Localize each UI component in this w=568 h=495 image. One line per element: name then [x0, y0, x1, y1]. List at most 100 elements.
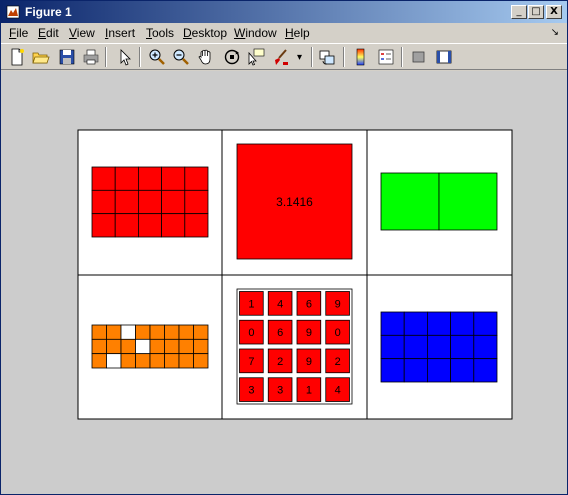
toolbar-separator: [105, 47, 107, 67]
link-plot-icon[interactable]: [317, 47, 337, 67]
magic-grid-value: 2: [335, 356, 341, 368]
red-grid-cell: [161, 166, 186, 191]
blue-grid-cell: [426, 358, 451, 383]
menu-file[interactable]: File: [9, 26, 28, 40]
hide-plot-tools-icon[interactable]: [409, 47, 429, 67]
red-grid-cell: [161, 189, 186, 215]
dock-arrow-icon[interactable]: ↘: [551, 27, 559, 38]
toolbar-separator: [139, 47, 141, 67]
magic-grid-value: 4: [335, 385, 341, 397]
orange-grid-cell: [120, 338, 136, 355]
blue-grid-cell: [426, 334, 451, 360]
red-grid-cell: [114, 166, 139, 191]
orange-grid-cell: [149, 324, 165, 340]
window-title: Figure 1: [25, 5, 72, 19]
magic-grid-value: 1: [306, 385, 312, 397]
blue-grid-cell: [473, 358, 498, 383]
orange-grid-cell: [106, 338, 122, 355]
red-grid-cell: [161, 213, 186, 238]
figure-window: Figure 1 _ □ X File Edit View Insert Too…: [0, 0, 568, 495]
orange-grid-cell: [135, 324, 151, 340]
orange-grid-cell: [193, 338, 209, 355]
blue-grid-cell: [403, 334, 428, 360]
open-file-icon[interactable]: [31, 47, 51, 67]
red-grid-cell: [91, 189, 116, 215]
magic-grid-value: 7: [248, 356, 254, 368]
toolbar-separator: [311, 47, 313, 67]
magic-grid-value: 1: [248, 298, 254, 310]
toolbar-separator: [401, 47, 403, 67]
show-plot-tools-icon[interactable]: [434, 47, 454, 67]
orange-grid-cell: [91, 324, 107, 340]
new-figure-icon[interactable]: [7, 47, 27, 67]
menu-bar: File Edit View Insert Tools Desktop Wind…: [1, 23, 567, 42]
print-icon[interactable]: [81, 47, 101, 67]
orange-grid-cell: [178, 324, 194, 340]
close-button[interactable]: X: [546, 5, 562, 19]
magic-grid-value: 4: [277, 298, 283, 310]
red-grid-cell: [91, 166, 116, 191]
scalar-value-label: 3.1416: [276, 195, 313, 209]
pan-hand-icon[interactable]: [196, 47, 216, 67]
menu-help[interactable]: Help: [285, 26, 310, 40]
orange-grid-cell: [106, 353, 122, 369]
rotate-3d-icon[interactable]: [222, 47, 242, 67]
blue-grid-cell: [450, 358, 475, 383]
red-grid-cell: [184, 213, 209, 238]
red-grid-cell: [91, 213, 116, 238]
matlab-figure-icon: [6, 5, 20, 19]
red-grid-cell: [184, 166, 209, 191]
magic-grid-value: 6: [277, 327, 283, 339]
zoom-in-icon[interactable]: [147, 47, 167, 67]
orange-grid-cell: [178, 338, 194, 355]
blue-grid-cell: [380, 334, 405, 360]
red-grid-cell: [114, 189, 139, 215]
title-bar[interactable]: Figure 1 _ □ X: [1, 1, 567, 23]
blue-grid-cell: [473, 311, 498, 336]
blue-grid-cell: [403, 358, 428, 383]
orange-grid-cell: [193, 324, 209, 340]
red-grid-cell: [137, 189, 162, 215]
menu-insert[interactable]: Insert: [105, 26, 135, 40]
blue-grid-cell: [450, 311, 475, 336]
green-grid-cell: [380, 172, 440, 231]
orange-grid-cell: [106, 324, 122, 340]
save-icon[interactable]: [57, 47, 77, 67]
blue-grid-cell: [403, 311, 428, 336]
blue-grid-cell: [380, 358, 405, 383]
menu-view[interactable]: View: [69, 26, 95, 40]
brush-dropdown-icon[interactable]: ▾: [297, 52, 302, 63]
orange-grid-cell: [149, 353, 165, 369]
blue-grid-cell: [450, 334, 475, 360]
orange-grid-cell: [193, 353, 209, 369]
orange-grid-cell: [135, 353, 151, 369]
blue-grid-cell: [426, 311, 451, 336]
axes-layer: 3.1416 1 4 6 9 0 6 9 0 7 2 9 2 3 3 1 4: [77, 129, 513, 420]
red-grid-cell: [137, 166, 162, 191]
magic-grid-value: 3: [248, 385, 254, 397]
zoom-out-icon[interactable]: [171, 47, 191, 67]
colorbar-icon[interactable]: [351, 47, 371, 67]
menu-window[interactable]: Window: [234, 26, 277, 40]
red-grid-cell: [114, 213, 139, 238]
magic-grid-value: 6: [306, 298, 312, 310]
blue-grid-cell: [380, 311, 405, 336]
red-grid-cell: [184, 189, 209, 215]
menu-desktop[interactable]: Desktop: [183, 26, 227, 40]
orange-grid-cell: [120, 324, 136, 340]
figure-toolbar: ▾: [1, 43, 567, 70]
magic-grid-value: 9: [335, 298, 341, 310]
orange-grid-cell: [135, 338, 151, 355]
orange-grid-cell: [149, 338, 165, 355]
magic-grid-value: 2: [277, 356, 283, 368]
maximize-button[interactable]: □: [528, 5, 544, 19]
blue-grid-cell: [473, 334, 498, 360]
menu-tools[interactable]: Tools: [146, 26, 174, 40]
data-cursor-icon[interactable]: [246, 47, 266, 67]
edit-plot-arrow-icon[interactable]: [115, 47, 135, 67]
minimize-button[interactable]: _: [511, 5, 527, 19]
red-grid-cell: [137, 213, 162, 238]
legend-icon[interactable]: [376, 47, 396, 67]
menu-edit[interactable]: Edit: [38, 26, 59, 40]
brush-icon[interactable]: [271, 47, 291, 67]
